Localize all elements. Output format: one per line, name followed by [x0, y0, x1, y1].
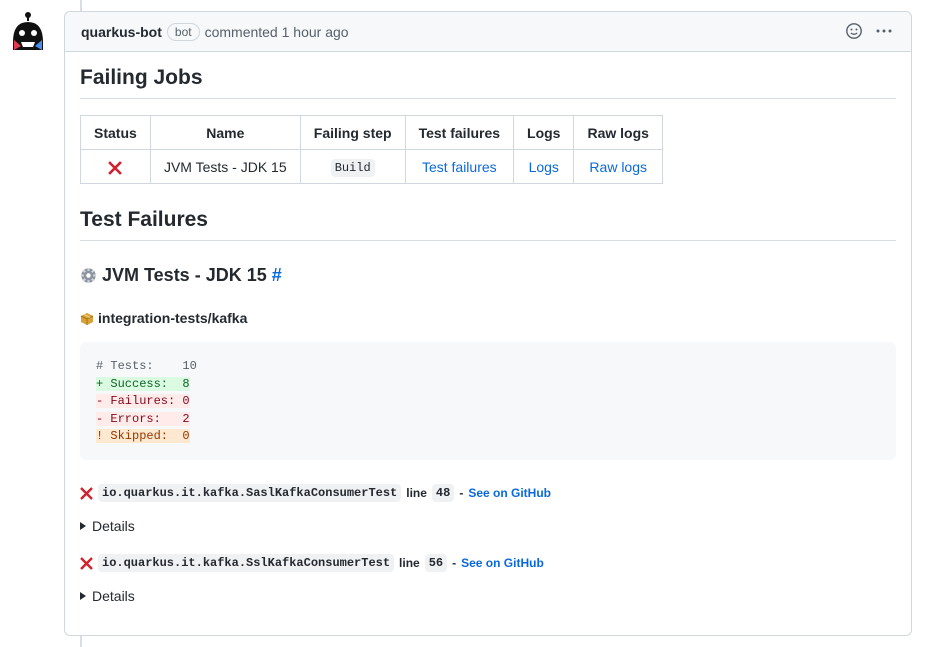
logs-cell: Logs — [513, 149, 575, 184]
red-x-icon — [80, 556, 93, 570]
details-label: Details — [92, 588, 135, 604]
column-header: Raw logs — [573, 115, 663, 150]
summary-skipped-line: ! Skipped: 0 — [96, 429, 190, 443]
failure-item: io.quarkus.it.kafka.SaslKafkaConsumerTes… — [80, 484, 896, 502]
logs-link[interactable]: Logs — [529, 159, 559, 175]
see-on-github-link[interactable]: See on GitHub — [461, 556, 544, 570]
column-header: Failing step — [299, 115, 406, 150]
see-on-github-link[interactable]: See on GitHub — [468, 486, 551, 500]
package-icon — [80, 313, 94, 325]
column-header: Status — [80, 115, 151, 150]
failure-line-number: 56 — [424, 554, 448, 572]
module-name: integration-tests/kafka — [98, 310, 248, 326]
red-x-icon — [108, 160, 123, 175]
raw-logs-link[interactable]: Raw logs — [589, 159, 647, 175]
column-header: Name — [149, 115, 301, 150]
job-name-cell: JVM Tests - JDK 15 — [149, 149, 301, 184]
comment-author[interactable]: quarkus-bot — [81, 24, 162, 40]
kebab-menu-icon[interactable] — [875, 22, 893, 40]
failure-class-name: io.quarkus.it.kafka.SaslKafkaConsumerTes… — [98, 484, 402, 502]
table-header-row: Status Name Failing step Test failures L… — [80, 115, 663, 150]
summary-success-line: + Success: 8 — [96, 376, 190, 391]
red-x-icon — [80, 486, 93, 500]
comment-timestamp[interactable]: commented 1 hour ago — [205, 24, 349, 40]
test-failures-heading: Test Failures — [80, 208, 896, 241]
summary-errors-line: - Errors: 2 — [96, 411, 190, 426]
column-header: Logs — [513, 115, 575, 150]
disclosure-triangle-icon — [80, 592, 86, 600]
comment-body: Failing Jobs Status Name Failing step Te… — [65, 52, 911, 604]
details-toggle[interactable]: Details — [80, 588, 896, 604]
bot-badge: bot — [166, 22, 200, 41]
test-failures-link[interactable]: Test failures — [422, 159, 497, 175]
failure-line-label: line — [406, 486, 427, 500]
failing-jobs-table: Status Name Failing step Test failures L… — [80, 115, 663, 184]
test-failures-cell: Test failures — [404, 149, 515, 184]
details-toggle[interactable]: Details — [80, 518, 896, 534]
summary-failures-line: - Failures: 0 — [96, 394, 190, 408]
gear-icon — [80, 267, 97, 284]
disclosure-triangle-icon — [80, 522, 86, 530]
table-row: JVM Tests - JDK 15 Build Test failures L… — [80, 149, 663, 184]
failure-line-number: 48 — [431, 484, 455, 502]
failure-separator: - — [452, 556, 457, 570]
summary-tests-line: # Tests: 10 — [96, 359, 197, 373]
job-anchor-link[interactable]: # — [272, 265, 282, 286]
failure-line-label: line — [399, 556, 420, 570]
failure-class-name: io.quarkus.it.kafka.SslKafkaConsumerTest — [98, 554, 395, 572]
failing-step-code: Build — [330, 159, 375, 177]
add-reaction-icon[interactable] — [845, 22, 863, 40]
comment-actions — [845, 22, 893, 40]
status-cell — [80, 149, 151, 184]
job-title-text: JVM Tests - JDK 15 — [102, 265, 267, 285]
job-title: JVM Tests - JDK 15 # — [80, 265, 896, 286]
raw-logs-cell: Raw logs — [573, 149, 663, 184]
test-summary-block: # Tests: 10 + Success: 8 - Failures: 0 - Er… — [80, 342, 896, 460]
bot-avatar[interactable] — [10, 12, 46, 52]
failure-item: io.quarkus.it.kafka.SslKafkaConsumerTest… — [80, 554, 896, 572]
comment-header: quarkus-bot bot commented 1 hour ago — [65, 12, 911, 52]
failing-step-cell: Build — [299, 149, 406, 184]
failing-jobs-heading: Failing Jobs — [80, 66, 896, 99]
comment-box: quarkus-bot bot commented 1 hour ago Fai… — [64, 11, 912, 636]
module-heading: integration-tests/kafka — [80, 310, 896, 326]
details-label: Details — [92, 518, 135, 534]
failure-separator: - — [459, 486, 464, 500]
column-header: Test failures — [404, 115, 515, 150]
